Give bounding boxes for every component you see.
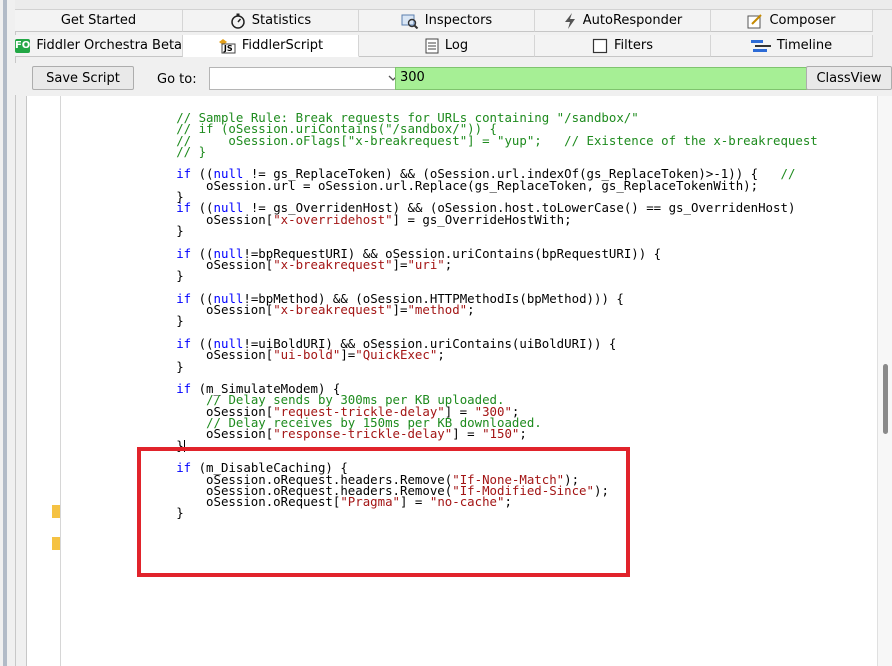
code-token: ]= xyxy=(340,347,356,363)
stopwatch-icon xyxy=(230,13,246,29)
tab-fiddler-orchestra[interactable]: FO Fiddler Orchestra Beta xyxy=(14,35,183,57)
lightning-icon xyxy=(563,12,577,29)
code-token: oSession.url = oSession.url.Replace(gs_R… xyxy=(116,177,759,193)
code-token: "response-trickle-delay" xyxy=(273,426,453,442)
save-script-button[interactable]: Save Script xyxy=(32,66,134,90)
code-token: ] = xyxy=(400,494,430,510)
scrollbar-thumb[interactable] xyxy=(883,364,888,434)
code-token: ; xyxy=(437,347,445,363)
text-caret xyxy=(183,440,185,453)
code-token: } xyxy=(116,313,184,329)
left-panel-edge xyxy=(0,0,16,666)
goto-dropdown[interactable] xyxy=(209,67,405,90)
code-token: "Pragma" xyxy=(340,494,401,510)
tab-log[interactable]: Log xyxy=(359,35,535,57)
code-token: ); xyxy=(593,482,609,498)
code-token: } xyxy=(116,268,184,284)
script-editor[interactable]: // Sample Rule: Break requests for URLs … xyxy=(26,96,878,666)
code-token: "no-cache" xyxy=(429,494,505,510)
tab-label: Get Started xyxy=(60,13,137,28)
code-token: ]= xyxy=(392,302,408,318)
tab-composer[interactable]: Composer xyxy=(711,10,873,32)
log-icon xyxy=(425,38,439,54)
tab-label: Inspectors xyxy=(424,13,493,28)
tab-label: Log xyxy=(444,38,469,53)
code-token: ; xyxy=(444,256,453,272)
code-token: "method" xyxy=(407,302,468,318)
tab-label: Timeline xyxy=(776,38,833,53)
code-token: "ui-bold" xyxy=(273,347,341,363)
changed-line-marker xyxy=(52,537,60,550)
js-badge-text: JS xyxy=(223,43,233,53)
tab-label: AutoResponder xyxy=(582,13,683,28)
code-token: "150" xyxy=(482,426,520,442)
composer-icon xyxy=(747,13,763,29)
tab-label: Fiddler Orchestra Beta xyxy=(36,38,183,53)
code-token: } xyxy=(116,437,184,453)
vertical-scrollbar[interactable] xyxy=(877,96,892,666)
code-token: ] = gs_OverrideHostWith; xyxy=(392,211,572,227)
code-token: } xyxy=(116,358,184,374)
code-token: "x-breakrequest" xyxy=(273,302,393,318)
tab-get-started[interactable]: Get Started xyxy=(15,10,183,32)
top-toolbar-remnant xyxy=(15,0,892,10)
tab-autoresponder[interactable]: AutoResponder xyxy=(535,10,711,32)
code-token: // } xyxy=(176,143,207,159)
inspectors-icon xyxy=(401,13,419,29)
code-token: "x-breakrequest" xyxy=(273,256,393,272)
tab-timeline[interactable]: Timeline xyxy=(711,35,873,57)
code-token: "uri" xyxy=(407,256,445,272)
code-token: // oSession.oFlags["x-breakrequest"] = "… xyxy=(176,132,818,148)
code-token: "QuickExec" xyxy=(355,347,438,363)
checkbox-icon xyxy=(592,38,608,54)
code-token: ]= xyxy=(392,256,408,272)
code-token: } xyxy=(116,505,184,521)
code-token: // xyxy=(780,166,796,182)
search-input[interactable]: 300 xyxy=(395,67,809,90)
tab-row-primary: Get Started Statistics Inspectors AutoRe… xyxy=(15,10,892,33)
left-panel-bar xyxy=(3,0,7,666)
tab-inspectors[interactable]: Inspectors xyxy=(359,10,535,32)
classview-button[interactable]: ClassView xyxy=(806,66,892,90)
code-token: } xyxy=(116,222,184,238)
tab-label: FiddlerScript xyxy=(241,38,324,53)
tab-label: Filters xyxy=(614,38,653,53)
code-token: ] = xyxy=(452,426,483,442)
tab-label: Composer xyxy=(769,13,836,28)
script-toolbar: Save Script Go to: 300 ClassView xyxy=(15,63,892,95)
tab-row-secondary: FO Fiddler Orchestra Beta JS FiddlerScri… xyxy=(14,35,892,58)
code-token: "x-overridehost" xyxy=(273,211,393,227)
tab-statistics[interactable]: Statistics xyxy=(183,10,359,32)
code-content[interactable]: // Sample Rule: Break requests for URLs … xyxy=(27,111,818,521)
timeline-icon xyxy=(750,39,771,53)
js-icon: JS xyxy=(218,38,236,54)
tab-label: Statistics xyxy=(251,13,312,28)
tab-fiddlerscript[interactable]: JS FiddlerScript xyxy=(183,35,359,57)
fo-icon: FO xyxy=(14,38,31,53)
code-token: ; xyxy=(519,426,527,442)
code-token: ; xyxy=(504,494,512,510)
goto-label: Go to: xyxy=(157,72,197,87)
code-token: ; xyxy=(467,302,475,318)
tab-filters[interactable]: Filters xyxy=(535,35,711,57)
